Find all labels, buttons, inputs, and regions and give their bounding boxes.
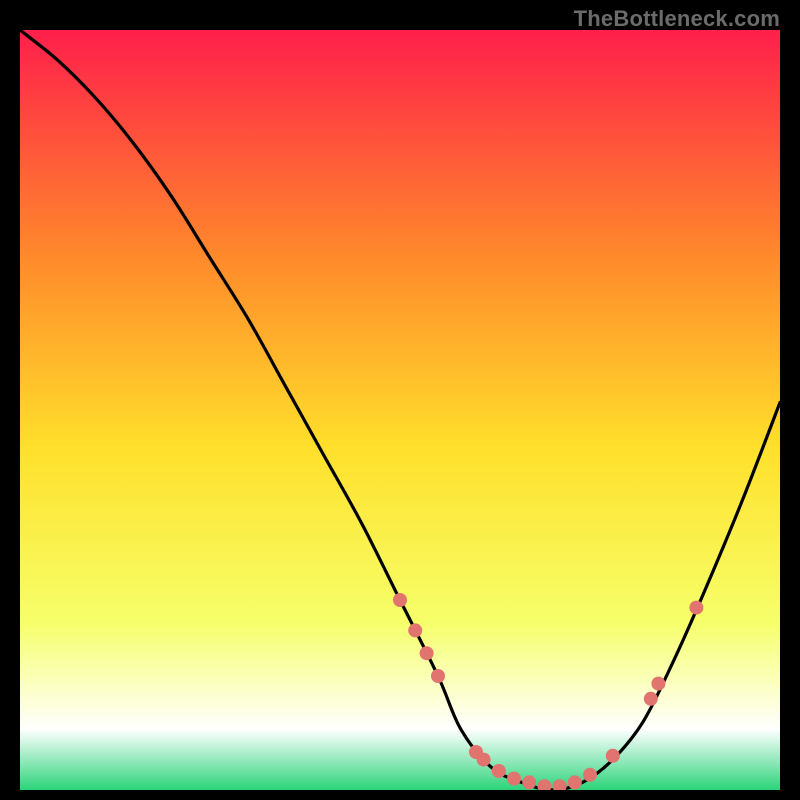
highlight-point — [689, 601, 703, 615]
highlight-point — [420, 646, 434, 660]
highlight-point — [408, 623, 422, 637]
highlight-point — [522, 775, 536, 789]
highlight-point — [651, 677, 665, 691]
highlight-point — [644, 692, 658, 706]
watermark-text: TheBottleneck.com — [574, 6, 780, 32]
highlight-point — [583, 768, 597, 782]
highlight-point — [606, 749, 620, 763]
highlight-point — [492, 764, 506, 778]
highlight-point — [568, 775, 582, 789]
bottleneck-chart — [20, 30, 780, 790]
highlight-point — [393, 593, 407, 607]
highlight-point — [507, 772, 521, 786]
highlight-point — [477, 753, 491, 767]
highlight-point — [431, 669, 445, 683]
chart-frame — [20, 30, 780, 790]
